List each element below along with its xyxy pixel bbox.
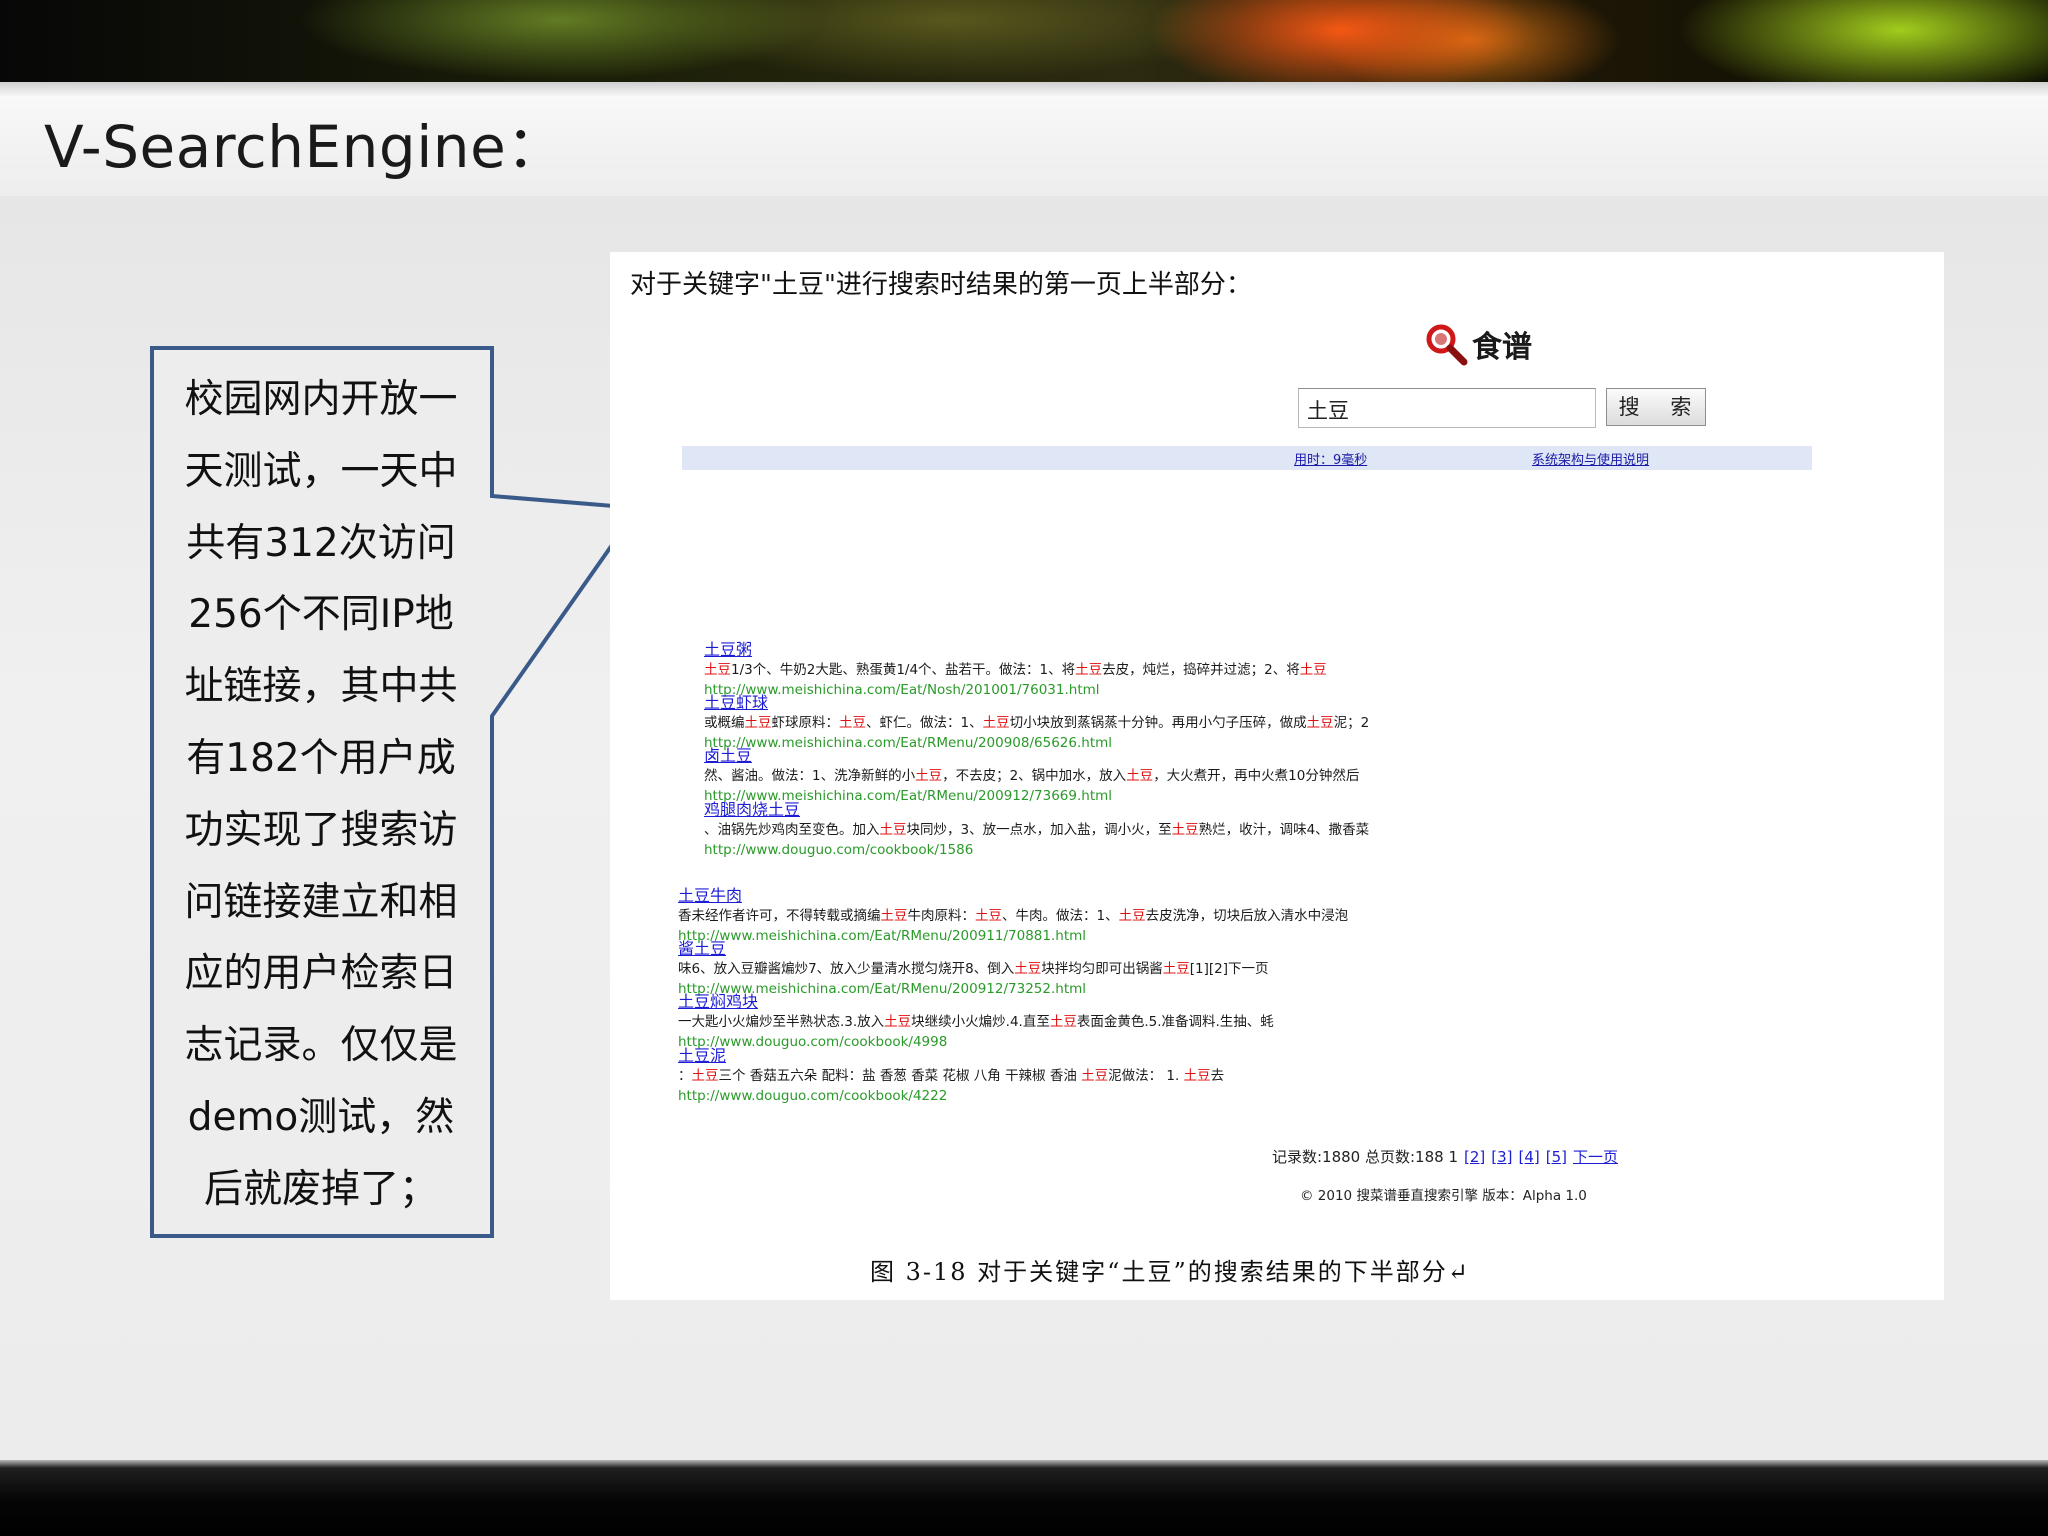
result-title-link[interactable]: 土豆焖鸡块: [678, 992, 1274, 1012]
page-link-4[interactable]: [4]: [1519, 1148, 1540, 1166]
snippet-text: 、牛肉。做法：1、: [1002, 908, 1119, 924]
record-summary: 记录数:1880 总页数:188 1: [1272, 1148, 1458, 1166]
snippet-text: [1][2]下一页: [1189, 961, 1269, 977]
next-page-link[interactable]: 下一页: [1573, 1148, 1618, 1166]
highlighted-keyword: 土豆: [1014, 961, 1042, 977]
highlighted-keyword: 土豆: [982, 715, 1010, 731]
highlighted-keyword: 土豆: [1299, 662, 1327, 678]
snippet-text: 然、酱油。做法：1、洗净新鲜的小: [704, 768, 916, 784]
highlighted-keyword: 土豆: [879, 822, 907, 838]
snippet-text: 泥做法： 1.: [1108, 1068, 1184, 1084]
snippet-text: ，不去皮；2、锅中加水，放入: [942, 768, 1127, 784]
highlighted-keyword: 土豆: [691, 1068, 719, 1084]
screenshot-caption-top: 对于关键字"土豆"进行搜索时结果的第一页上半部分：: [630, 270, 1252, 300]
snippet-text: 牛肉原料：: [907, 908, 976, 924]
snippet-text: 去皮洗净，切块后放入清水中浸泡: [1145, 908, 1349, 924]
snippet-text: 切小块放到蒸锅蒸十分钟。再用小勺子压碎，做成: [1009, 715, 1307, 731]
figure-caption: 图 3-18 对于关键字“土豆”的搜索结果的下半部分↵: [870, 1258, 1470, 1286]
search-result: 土豆牛肉 香未经作者许可，不得转载或摘编土豆牛肉原料：土豆、牛肉。做法：1、土豆去…: [678, 886, 1348, 946]
snippet-text: 熟烂，收汁，调味4、撒香菜: [1198, 822, 1370, 838]
highlighted-keyword: 土豆: [1183, 1068, 1211, 1084]
snippet-text: 、虾仁。做法：1、: [866, 715, 983, 731]
result-title-link[interactable]: 土豆泥: [678, 1046, 1224, 1066]
search-result: 土豆焖鸡块 一大匙小火煸炒至半熟状态.3.放入土豆块继续小火煸炒.4.直至土豆表面…: [678, 992, 1274, 1052]
page-link-2[interactable]: [2]: [1464, 1148, 1485, 1166]
highlighted-keyword: 土豆: [915, 768, 943, 784]
result-snippet: 一大匙小火煸炒至半熟状态.3.放入土豆块继续小火煸炒.4.直至土豆表面金黄色.5…: [678, 1012, 1274, 1032]
logo-text: 食谱: [1472, 330, 1532, 365]
highlighted-keyword: 土豆: [880, 908, 908, 924]
search-result: 土豆虾球 或概编土豆虾球原料：土豆、虾仁。做法：1、土豆切小块放到蒸锅蒸十分钟。再…: [704, 693, 1369, 753]
result-snippet: ：土豆三个 香菇五六朵 配料：盐 香葱 香菜 花椒 八角 干辣椒 香油 土豆泥做…: [678, 1066, 1224, 1086]
result-snippet: 然、酱油。做法：1、洗净新鲜的小土豆，不去皮；2、锅中加水，放入土豆，大火煮开，…: [704, 766, 1359, 786]
highlighted-keyword: 土豆: [1171, 822, 1199, 838]
snippet-text: ：: [678, 1068, 692, 1084]
result-title-link[interactable]: 土豆粥: [704, 640, 1327, 660]
site-logo[interactable]: 食谱: [1424, 324, 1532, 366]
snippet-text: 表面金黄色.5.准备调料.生抽、蚝: [1076, 1014, 1274, 1030]
search-result: 酱土豆 味6、放入豆瓣酱煸炒7、放入少量清水搅匀烧开8、倒入土豆块拌均匀即可出锅酱…: [678, 939, 1269, 999]
snippet-text: 味6、放入豆瓣酱煸炒7、放入少量清水搅匀烧开8、倒入: [678, 961, 1015, 977]
result-title-link[interactable]: 土豆虾球: [704, 693, 1369, 713]
highlighted-keyword: 土豆: [884, 1014, 912, 1030]
search-input[interactable]: 土豆: [1298, 388, 1596, 428]
result-snippet: 或概编土豆虾球原料：土豆、虾仁。做法：1、土豆切小块放到蒸锅蒸十分钟。再用小勺子…: [704, 713, 1369, 733]
result-title-link[interactable]: 酱土豆: [678, 939, 1269, 959]
highlighted-keyword: 土豆: [1081, 1068, 1109, 1084]
footer-copyright: © 2010 搜菜谱垂直搜索引擎 版本：Alpha 1.0: [1300, 1188, 1587, 1204]
highlighted-keyword: 土豆: [1126, 768, 1154, 784]
result-title-link[interactable]: 卤土豆: [704, 746, 1359, 766]
highlighted-keyword: 土豆: [975, 908, 1002, 924]
snippet-text: 、油锅先炒鸡肉至变色。加入: [704, 822, 880, 838]
page-link-3[interactable]: [3]: [1491, 1148, 1512, 1166]
snippet-text: 块同炒，3、放一点水，加入盐，调小火，至: [906, 822, 1172, 838]
pagination: 记录数:1880 总页数:188 1 [2] [3] [4] [5] 下一页: [1272, 1146, 1618, 1167]
result-snippet: 土豆1/3个、牛奶2大匙、熟蛋黄1/4个、盐若干。做法：1、将土豆去皮，炖烂，捣…: [704, 660, 1327, 680]
page-link-5[interactable]: [5]: [1546, 1148, 1567, 1166]
result-title-link[interactable]: 鸡腿肉烧土豆: [704, 800, 1369, 820]
callout-text: 校园网内开放一 天测试，一天中 共有312次访问 256个不同IP地 址链接，其…: [184, 377, 458, 1212]
screenshot-panel: 对于关键字"土豆"进行搜索时结果的第一页上半部分： 食谱 土豆 搜 索 用时：9…: [610, 252, 1944, 1300]
highlighted-keyword: 土豆: [839, 715, 866, 731]
snippet-text: 三个 香菇五六朵 配料：盐 香葱 香菜 花椒 八角 干辣椒 香油: [718, 1068, 1082, 1084]
snippet-text: 去皮，炖烂，捣碎并过滤；2、将: [1102, 662, 1300, 678]
highlighted-keyword: 土豆: [1306, 715, 1334, 731]
help-link[interactable]: 系统架构与使用说明: [1532, 449, 1649, 468]
snippet-text: ，大火煮开，再中火煮10分钟然后: [1153, 768, 1360, 784]
search-result: 土豆粥 土豆1/3个、牛奶2大匙、熟蛋黄1/4个、盐若干。做法：1、将土豆去皮，炖…: [704, 640, 1327, 700]
snippet-text: 或概编: [704, 715, 745, 731]
result-url[interactable]: http://www.douguo.com/cookbook/4222: [678, 1086, 1224, 1106]
snippet-text: 泥；2: [1333, 715, 1370, 731]
snippet-text: 块拌均匀即可出锅酱: [1041, 961, 1163, 977]
snippet-text: 块继续小火煸炒.4.直至: [911, 1014, 1050, 1030]
search-button[interactable]: 搜 索: [1606, 388, 1706, 426]
search-result: 土豆泥 ：土豆三个 香菇五六朵 配料：盐 香葱 香菜 花椒 八角 干辣椒 香油 土…: [678, 1046, 1224, 1106]
search-result: 卤土豆 然、酱油。做法：1、洗净新鲜的小土豆，不去皮；2、锅中加水，放入土豆，大火…: [704, 746, 1359, 806]
highlighted-keyword: 土豆: [1118, 908, 1146, 924]
result-snippet: 、油锅先炒鸡肉至变色。加入土豆块同炒，3、放一点水，加入盐，调小火，至土豆熟烂，…: [704, 820, 1369, 840]
highlighted-keyword: 土豆: [704, 662, 731, 678]
search-time-link[interactable]: 用时：9毫秒: [1294, 449, 1367, 468]
highlighted-keyword: 土豆: [744, 715, 772, 731]
snippet-text: 香未经作者许可，不得转载或摘编: [678, 908, 881, 924]
status-bar: 用时：9毫秒 系统架构与使用说明: [682, 446, 1812, 470]
snippet-text: 1/3个、牛奶2大匙、熟蛋黄1/4个、盐若干。做法：1、将: [731, 662, 1076, 678]
snippet-text: 去: [1210, 1068, 1225, 1084]
highlighted-keyword: 土豆: [1075, 662, 1103, 678]
highlighted-keyword: 土豆: [1049, 1014, 1077, 1030]
result-title-link[interactable]: 土豆牛肉: [678, 886, 1348, 906]
search-magnifier-icon: [1426, 324, 1468, 366]
search-result: 鸡腿肉烧土豆 、油锅先炒鸡肉至变色。加入土豆块同炒，3、放一点水，加入盐，调小火，…: [704, 800, 1369, 860]
result-snippet: 味6、放入豆瓣酱煸炒7、放入少量清水搅匀烧开8、倒入土豆块拌均匀即可出锅酱土豆[…: [678, 959, 1269, 979]
result-url[interactable]: http://www.douguo.com/cookbook/1586: [704, 840, 1369, 860]
highlighted-keyword: 土豆: [1162, 961, 1190, 977]
result-snippet: 香未经作者许可，不得转载或摘编土豆牛肉原料：土豆、牛肉。做法：1、土豆去皮洗净，…: [678, 906, 1348, 926]
snippet-text: 一大匙小火煸炒至半熟状态.3.放入: [678, 1014, 885, 1030]
snippet-text: 虾球原料：: [771, 715, 840, 731]
